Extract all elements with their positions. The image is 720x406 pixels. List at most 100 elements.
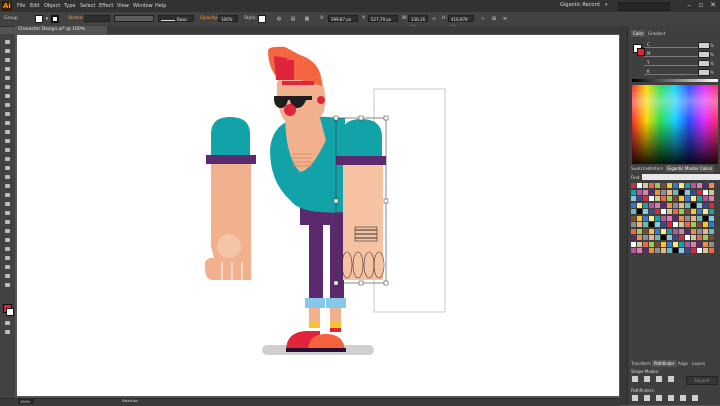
color-swatch[interactable] (697, 189, 702, 195)
color-swatch[interactable] (637, 222, 642, 227)
color-swatch[interactable] (679, 202, 684, 208)
stroke-color-indicator[interactable] (637, 48, 645, 56)
color-swatch[interactable] (649, 202, 654, 208)
color-swatch[interactable] (679, 228, 684, 234)
color-swatch[interactable] (673, 215, 678, 221)
color-swatch[interactable] (673, 189, 678, 195)
color-swatch[interactable] (685, 202, 690, 208)
color-swatch[interactable] (661, 202, 666, 208)
color-swatch[interactable] (703, 228, 708, 234)
color-swatch[interactable] (691, 209, 696, 214)
color-swatch[interactable] (703, 241, 708, 247)
color-swatch[interactable] (703, 202, 708, 208)
value-m[interactable] (698, 51, 710, 58)
spectrum-bar[interactable] (632, 79, 718, 82)
color-swatch[interactable] (649, 222, 654, 227)
color-swatch[interactable] (667, 235, 672, 240)
color-swatch[interactable] (697, 196, 702, 201)
color-swatch[interactable] (649, 209, 654, 214)
color-swatch[interactable] (667, 241, 672, 247)
color-swatch[interactable] (685, 196, 690, 201)
color-swatch[interactable] (685, 248, 690, 253)
color-swatch[interactable] (655, 196, 660, 201)
color-swatch[interactable] (631, 189, 636, 195)
color-swatch[interactable] (709, 202, 714, 208)
tab-transform[interactable]: Transform (629, 360, 653, 367)
value-k[interactable] (698, 69, 710, 76)
color-swatch[interactable] (673, 209, 678, 214)
color-swatch[interactable] (667, 202, 672, 208)
color-swatch[interactable] (673, 235, 678, 240)
color-swatch[interactable] (667, 196, 672, 201)
tab-align[interactable]: Align (676, 360, 690, 367)
color-swatch[interactable] (709, 235, 714, 240)
color-swatch[interactable] (697, 248, 702, 253)
color-swatch[interactable] (709, 222, 714, 227)
minus-back-icon[interactable] (692, 395, 698, 401)
color-swatch[interactable] (643, 196, 648, 201)
character-artwork[interactable] (0, 0, 720, 405)
color-swatch[interactable] (685, 183, 690, 188)
unite-icon[interactable] (632, 376, 638, 382)
color-swatch[interactable] (685, 222, 690, 227)
color-swatch[interactable] (643, 215, 648, 221)
color-swatch[interactable] (667, 215, 672, 221)
color-swatch[interactable] (643, 235, 648, 240)
color-swatch[interactable] (679, 189, 684, 195)
color-swatch[interactable] (649, 228, 654, 234)
color-swatch[interactable] (637, 189, 642, 195)
color-swatch[interactable] (637, 209, 642, 214)
color-swatch[interactable] (697, 183, 702, 188)
color-swatch[interactable] (661, 248, 666, 253)
color-swatch[interactable] (649, 196, 654, 201)
color-swatch[interactable] (631, 202, 636, 208)
color-swatch[interactable] (691, 196, 696, 201)
color-spectrum[interactable] (632, 85, 718, 164)
color-swatch[interactable] (643, 183, 648, 188)
color-swatch[interactable] (637, 202, 642, 208)
tab-layers[interactable]: Layers (690, 360, 707, 367)
color-swatch[interactable] (679, 196, 684, 201)
color-swatch[interactable] (655, 209, 660, 214)
color-swatch[interactable] (679, 235, 684, 240)
color-swatch[interactable] (679, 241, 684, 247)
color-swatch[interactable] (709, 189, 714, 195)
color-swatch[interactable] (703, 183, 708, 188)
color-swatch[interactable] (649, 189, 654, 195)
color-swatch[interactable] (631, 215, 636, 221)
zoom-field[interactable]: 100% (18, 399, 34, 404)
color-swatch[interactable] (709, 183, 714, 188)
color-swatch[interactable] (703, 222, 708, 227)
color-swatch[interactable] (631, 222, 636, 227)
color-swatch[interactable] (703, 215, 708, 221)
color-swatch[interactable] (643, 228, 648, 234)
slider-y[interactable] (644, 65, 698, 66)
color-swatch[interactable] (661, 189, 666, 195)
color-swatch[interactable] (631, 248, 636, 253)
color-swatch[interactable] (685, 228, 690, 234)
color-swatch[interactable] (649, 235, 654, 240)
color-swatch[interactable] (679, 222, 684, 227)
color-swatch[interactable] (637, 215, 642, 221)
exclude-icon[interactable] (668, 376, 674, 382)
expand-button[interactable]: Expand (686, 376, 718, 385)
color-swatch[interactable] (709, 228, 714, 234)
color-swatch[interactable] (679, 209, 684, 214)
color-swatch[interactable] (697, 241, 702, 247)
color-swatch[interactable] (673, 241, 678, 247)
value-y[interactable] (698, 60, 710, 67)
color-swatch[interactable] (655, 215, 660, 221)
color-swatch[interactable] (637, 228, 642, 234)
color-swatch[interactable] (679, 248, 684, 253)
value-c[interactable] (698, 42, 710, 49)
color-swatch[interactable] (649, 183, 654, 188)
tab-pathfinder[interactable]: Pathfinder (652, 360, 677, 367)
color-swatch[interactable] (691, 215, 696, 221)
color-swatch[interactable] (661, 215, 666, 221)
minus-front-icon[interactable] (644, 376, 650, 382)
crop-icon[interactable] (668, 395, 674, 401)
color-swatch[interactable] (631, 241, 636, 247)
intersect-icon[interactable] (656, 376, 662, 382)
color-swatch[interactable] (673, 183, 678, 188)
color-swatch[interactable] (703, 189, 708, 195)
